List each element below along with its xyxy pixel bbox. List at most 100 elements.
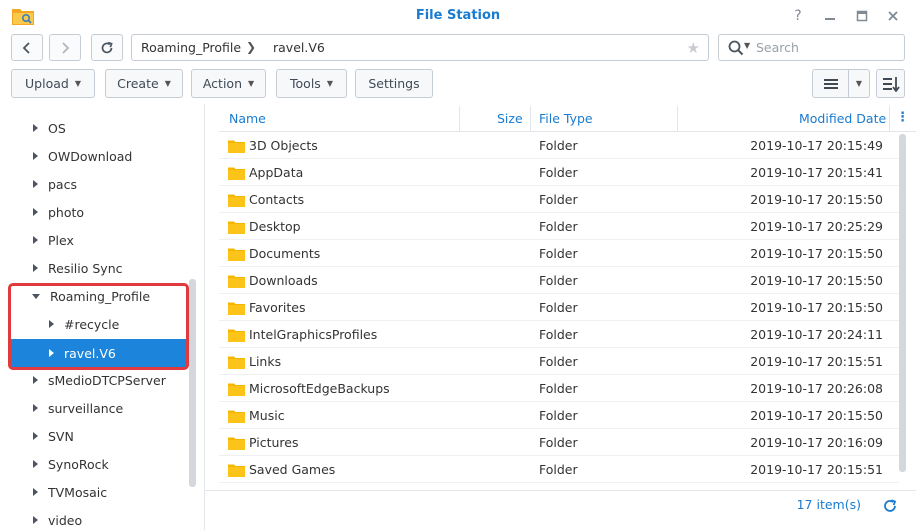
search-input[interactable] [756,40,896,55]
file-modified-date: 2019-10-17 20:15:51 [750,354,883,369]
caret-right-icon[interactable] [33,180,38,188]
column-divider[interactable] [889,106,890,132]
chevron-left-icon [22,41,30,54]
status-bar: 17 item(s) [205,490,916,530]
tree-item-resilio-sync[interactable]: Resilio Sync [0,254,189,282]
caret-right-icon[interactable] [33,124,38,132]
breadcrumb-roaming-profile[interactable]: Roaming_Profile [141,40,241,55]
folder-tree-sidebar[interactable]: OS OWDownload pacs photo Plex Resilio Sy… [0,104,205,530]
tree-item-roaming-profile[interactable]: Roaming_Profile [0,282,189,310]
tree-item-plex[interactable]: Plex [0,226,189,254]
caret-right-icon[interactable] [33,432,38,440]
caret-right-icon[interactable] [33,404,38,412]
action-button[interactable]: Action ▼ [191,69,266,98]
sort-button[interactable] [876,69,905,98]
tree-item-label: ravel.V6 [64,345,116,361]
tools-button[interactable]: Tools ▼ [276,69,347,98]
tree-item-svn[interactable]: SVN [0,422,189,450]
caret-down-icon[interactable] [32,293,40,299]
breadcrumb-ravel-v6[interactable]: ravel.V6 [273,40,325,55]
tree-item-label: sMedioDTCPServer [48,372,166,388]
tree-item-os[interactable]: OS [0,114,189,142]
table-row[interactable]: AppData Folder 2019-10-17 20:15:41 [219,159,899,186]
table-row[interactable]: MicrosoftEdgeBackups Folder 2019-10-17 2… [219,375,899,402]
create-button[interactable]: Create ▼ [105,69,183,98]
path-bar[interactable]: Roaming_Profile ❯ ravel.V6 ★ [131,34,709,61]
tree-item-photo[interactable]: photo [0,198,189,226]
tree-item-smediodtcpserver[interactable]: sMedioDTCPServer [0,366,189,394]
file-name: Saved Games [249,462,336,477]
caret-right-icon[interactable] [49,320,54,328]
table-row[interactable]: Favorites Folder 2019-10-17 20:15:50 [219,294,899,321]
upload-button[interactable]: Upload ▼ [11,69,95,98]
view-mode-button[interactable]: ▼ [812,69,870,98]
tree-item-recycle[interactable]: #recycle [0,310,189,338]
table-row[interactable]: 3D Objects Folder 2019-10-17 20:15:49 [219,132,899,159]
sort-icon [882,76,900,92]
caret-right-icon[interactable] [49,349,54,357]
file-modified-date: 2019-10-17 20:15:50 [750,192,883,207]
search-box[interactable]: ▼ [718,34,905,61]
folder-icon [228,194,245,207]
caret-right-icon[interactable] [33,460,38,468]
file-name: Favorites [249,300,306,315]
favorite-star-icon[interactable]: ★ [687,39,700,57]
tree-item-ravel-v6[interactable]: ravel.V6 [11,339,186,367]
column-divider[interactable] [459,106,460,132]
table-row[interactable]: Music Folder 2019-10-17 20:15:50 [219,402,899,429]
table-row[interactable]: Links Folder 2019-10-17 20:15:51 [219,348,899,375]
table-row[interactable]: Contacts Folder 2019-10-17 20:15:50 [219,186,899,213]
file-list-scrollbar[interactable] [899,134,906,472]
list-view-icon[interactable] [813,70,849,97]
folder-icon [228,221,245,234]
table-row[interactable]: Documents Folder 2019-10-17 20:15:50 [219,240,899,267]
tree-item-synorock[interactable]: SynoRock [0,450,189,478]
tree-item-owdownload[interactable]: OWDownload [0,142,189,170]
column-options-icon[interactable]: ⋮ [896,110,909,125]
tree-item-tvmosaic[interactable]: TVMosaic [0,478,189,506]
file-list[interactable]: Name Size File Type Modified Date ⋮ 3D O… [219,104,916,490]
maximize-icon[interactable] [850,5,874,27]
table-row[interactable]: Downloads Folder 2019-10-17 20:15:50 [219,267,899,294]
table-row[interactable]: Saved Games Folder 2019-10-17 20:15:51 [219,456,899,483]
column-header-name[interactable]: Name [229,111,266,126]
column-header-file-type[interactable]: File Type [539,111,593,126]
column-header-modified-date[interactable]: Modified Date [799,111,886,126]
caret-right-icon[interactable] [33,376,38,384]
search-options-caret-icon[interactable]: ▼ [744,41,750,50]
column-header-size[interactable]: Size [497,111,523,126]
sidebar-scrollbar[interactable] [189,279,196,487]
caret-right-icon[interactable] [33,264,38,272]
close-icon[interactable] [881,5,905,27]
tree-item-pacs[interactable]: pacs [0,170,189,198]
tree-item-surveillance[interactable]: surveillance [0,394,189,422]
refresh-button[interactable] [91,34,123,61]
caret-right-icon[interactable] [33,516,38,524]
file-type: Folder [539,327,578,342]
settings-button[interactable]: Settings [355,69,433,98]
table-row[interactable]: IntelGraphicsProfiles Folder 2019-10-17 … [219,321,899,348]
caret-right-icon[interactable] [33,488,38,496]
help-icon[interactable]: ? [786,5,810,27]
folder-icon [228,464,245,477]
minimize-icon[interactable] [818,5,842,27]
caret-right-icon[interactable] [33,152,38,160]
table-row[interactable]: Desktop Folder 2019-10-17 20:25:29 [219,213,899,240]
table-row[interactable]: Pictures Folder 2019-10-17 20:16:09 [219,429,899,456]
tree-item-label: SVN [48,428,74,444]
column-divider[interactable] [530,106,531,132]
back-button[interactable] [11,34,43,61]
caret-right-icon[interactable] [33,236,38,244]
forward-button[interactable] [49,34,81,61]
view-options-caret-icon[interactable]: ▼ [849,70,869,97]
refresh-icon[interactable] [882,498,898,514]
search-icon[interactable] [727,39,745,57]
folder-icon [228,383,245,396]
column-divider[interactable] [677,106,678,132]
chevron-down-icon: ▼ [326,79,333,88]
tree-item-video[interactable]: video [0,506,189,530]
item-count: 17 item(s) [796,497,861,512]
caret-right-icon[interactable] [33,208,38,216]
file-type: Folder [539,381,578,396]
file-type: Folder [539,354,578,369]
